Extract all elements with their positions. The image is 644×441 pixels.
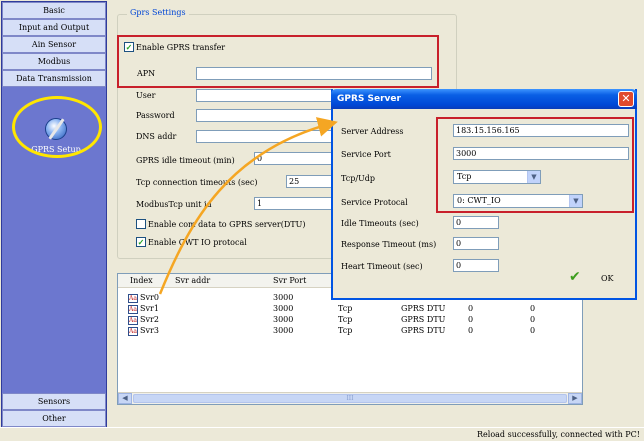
column-header-index[interactable]: Index (130, 276, 153, 285)
close-icon[interactable]: ✕ (618, 91, 634, 107)
row-value-b: 0 (530, 326, 536, 335)
row-index: Svr3 (140, 326, 159, 335)
highlight-ellipse (12, 96, 102, 158)
status-text: Reload successfully, connected with PC! (477, 430, 640, 439)
table-row[interactable]: Aa Svr1 3000 Tcp GPRS DTU 0 0 (118, 304, 582, 315)
item-icon: Aa (128, 305, 138, 314)
row-type: GPRS DTU (401, 326, 446, 335)
response-timeout-field[interactable]: 0 (453, 237, 499, 250)
group-title: Gprs Settings (127, 8, 189, 17)
item-icon: Aa (128, 316, 138, 325)
modbus-unit-label: ModbusTcp unit id (136, 200, 212, 209)
row-value-a: 0 (468, 304, 474, 313)
table-row[interactable]: Aa Svr3 3000 Tcp GPRS DTU 0 0 (118, 326, 582, 337)
enable-com-label: Enable com data to GPRS server(DTU) (148, 220, 306, 229)
row-type: GPRS DTU (401, 315, 446, 324)
sidebar-tab-basic[interactable]: Basic (2, 2, 106, 19)
row-value-b: 0 (530, 304, 536, 313)
scroll-thumb[interactable]: III (133, 394, 567, 403)
sidebar-tab-sensors[interactable]: Sensors (2, 393, 106, 410)
row-port: 3000 (273, 304, 294, 313)
highlight-box-apn (117, 35, 439, 88)
sidebar-tab-ain-sensor[interactable]: Ain Sensor (2, 36, 106, 53)
column-header-svr-port[interactable]: Svr Port (273, 276, 306, 285)
gprs-server-dialog: GPRS Server ✕ Server Address 183.15.156.… (331, 89, 637, 300)
dns-field[interactable] (196, 130, 332, 143)
service-port-label: Service Port (341, 150, 391, 159)
sidebar-tab-data-transmission[interactable]: Data Transmission (2, 70, 106, 87)
item-icon: Aa (128, 294, 138, 303)
row-type: GPRS DTU (401, 304, 446, 313)
modbus-unit-field[interactable]: 1 (254, 197, 332, 210)
table-row[interactable]: Aa Svr2 3000 Tcp GPRS DTU 0 0 (118, 315, 582, 326)
password-field[interactable] (196, 109, 332, 122)
sidebar: Basic Input and Output Ain Sensor Modbus… (1, 1, 107, 427)
horizontal-scrollbar[interactable]: ◀ III ▶ (118, 392, 582, 404)
row-index: Svr0 (140, 293, 159, 302)
enable-cwt-label: Enable CWT IO protocal (148, 238, 247, 247)
heart-timeout-label: Heart Timeout (sec) (341, 262, 423, 271)
ok-button[interactable]: OK (601, 274, 614, 283)
tcp-conn-timeout-field[interactable]: 25 (286, 175, 332, 188)
scroll-grip: III (346, 395, 354, 402)
idle-timeout-label: GPRS idle timeout (min) (136, 156, 235, 165)
row-protocol: Tcp (338, 326, 353, 335)
status-bar: Reload successfully, connected with PC! (0, 427, 644, 441)
user-label: User (136, 91, 156, 100)
checkmark-icon[interactable]: ✔ (569, 269, 581, 285)
sidebar-tab-input-output[interactable]: Input and Output (2, 19, 106, 36)
row-protocol: Tcp (338, 304, 353, 313)
row-value-a: 0 (468, 326, 474, 335)
row-port: 3000 (273, 293, 294, 302)
item-icon: Aa (128, 327, 138, 336)
response-timeout-label: Response Timeout (ms) (341, 240, 437, 249)
row-value-a: 0 (468, 315, 474, 324)
row-index: Svr1 (140, 304, 159, 313)
row-protocol: Tcp (338, 315, 353, 324)
service-protocol-label: Service Protocal (341, 198, 408, 207)
dialog-titlebar[interactable]: GPRS Server ✕ (331, 89, 637, 109)
dialog-title: GPRS Server (337, 94, 401, 104)
tcp-conn-timeout-label: Tcp connection timeouts (sec) (136, 178, 258, 187)
password-label: Password (136, 111, 175, 120)
user-field[interactable] (196, 89, 332, 102)
row-index: Svr2 (140, 315, 159, 324)
row-port: 3000 (273, 326, 294, 335)
row-value-b: 0 (530, 315, 536, 324)
idle-timeouts-field[interactable]: 0 (453, 216, 499, 229)
idle-timeout-field[interactable]: 0 (254, 152, 332, 165)
tcp-udp-label: Tcp/Udp (341, 174, 375, 183)
enable-cwt-checkbox[interactable]: ✓ (136, 237, 146, 247)
sidebar-tab-modbus[interactable]: Modbus (2, 53, 106, 70)
enable-com-checkbox[interactable] (136, 219, 146, 229)
column-header-svr-addr[interactable]: Svr addr (175, 276, 210, 285)
scroll-left-button[interactable]: ◀ (118, 393, 132, 404)
row-port: 3000 (273, 315, 294, 324)
heart-timeout-field[interactable]: 0 (453, 259, 499, 272)
dns-label: DNS addr (136, 132, 177, 141)
scroll-right-button[interactable]: ▶ (568, 393, 582, 404)
idle-timeouts-label: Idle Timeouts (sec) (341, 219, 419, 228)
sidebar-tab-other[interactable]: Other (2, 410, 106, 427)
highlight-box-server (436, 117, 634, 213)
server-address-label: Server Address (341, 127, 404, 136)
